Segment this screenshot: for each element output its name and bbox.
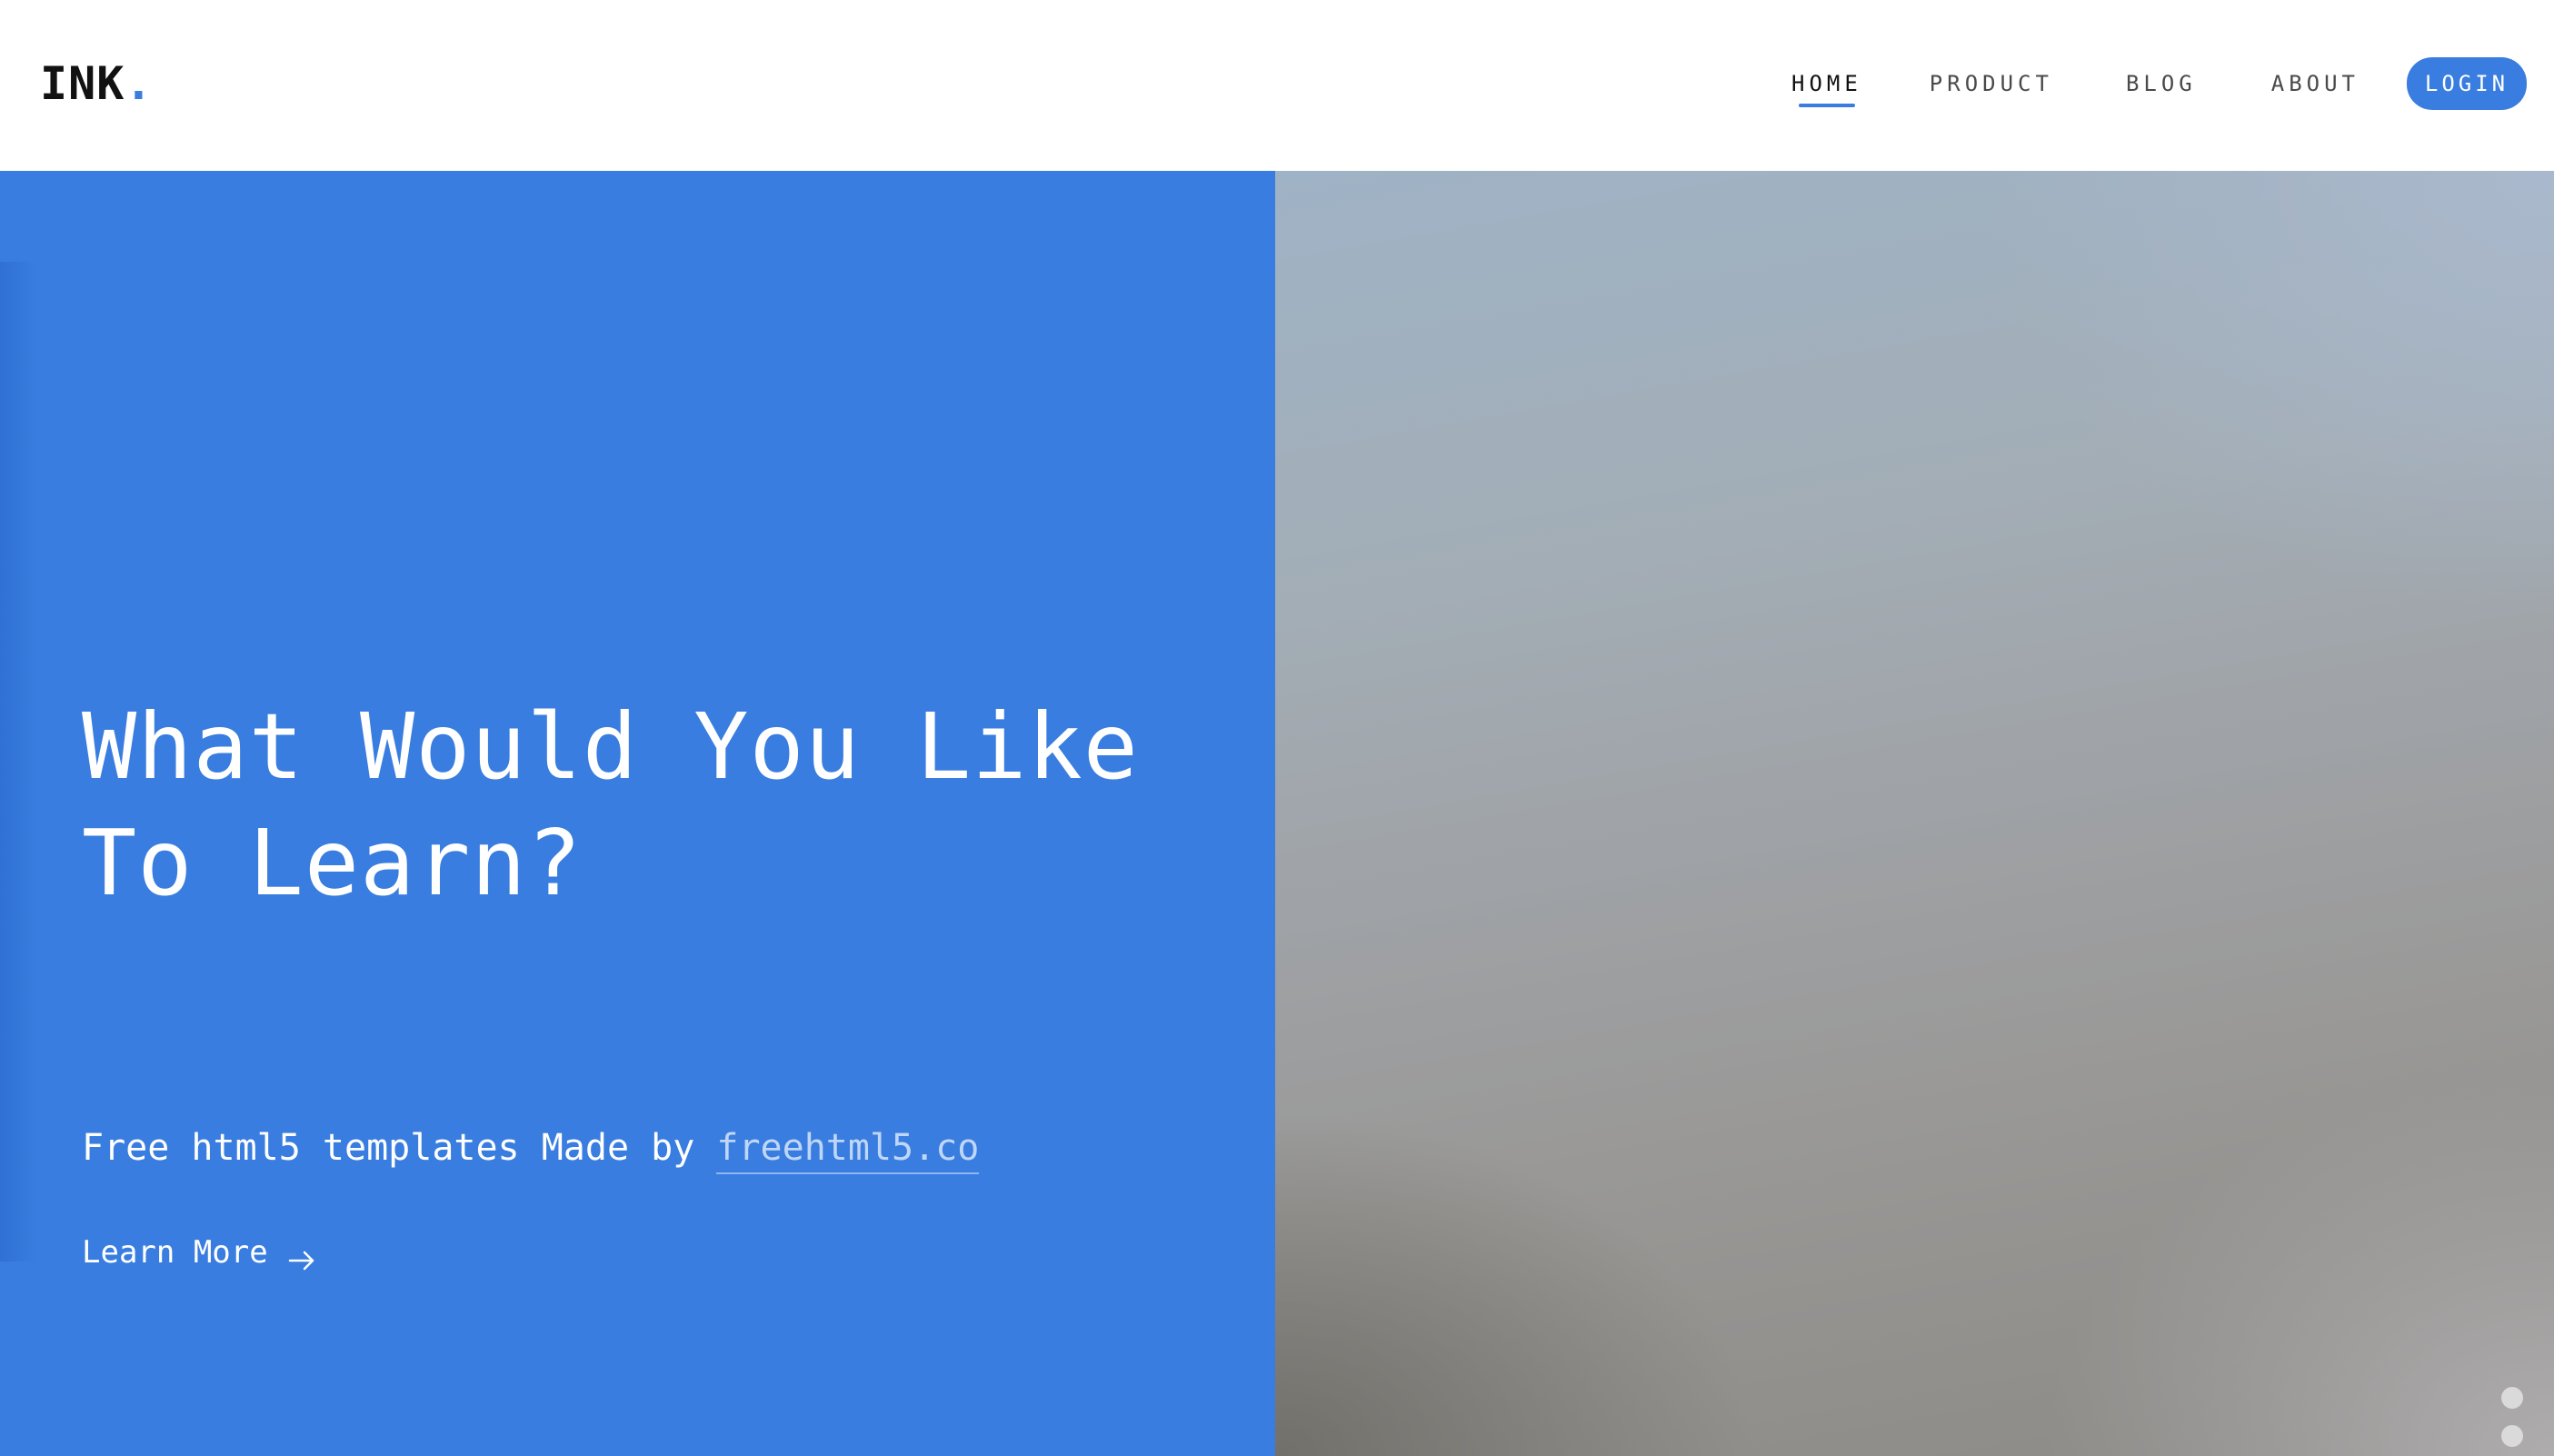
arrow-right-icon bbox=[288, 1242, 315, 1271]
hero-subtitle-text: Free html5 templates Made by bbox=[82, 1127, 717, 1169]
nav-item-about[interactable]: ABOUT bbox=[2271, 62, 2359, 105]
freehtml5-link[interactable]: freehtml5.co bbox=[716, 1127, 980, 1174]
nav-item-home[interactable]: HOME bbox=[1791, 62, 1862, 107]
hero-title: What Would You Like To Learn? bbox=[82, 693, 1139, 916]
slider-dot-1[interactable] bbox=[2501, 1387, 2523, 1409]
hero-subtitle: Free html5 templates Made by freehtml5.c… bbox=[82, 1123, 980, 1174]
learn-more-link[interactable]: Learn More bbox=[82, 1232, 315, 1272]
slider-dots bbox=[2501, 1387, 2523, 1447]
hero-panel-shadow bbox=[0, 262, 36, 1262]
site-header: INK. HOME PRODUCT BLOG ABOUT LOGIN bbox=[0, 0, 2554, 171]
main-nav: HOME PRODUCT BLOG ABOUT LOGIN bbox=[1791, 57, 2527, 110]
nav-item-product[interactable]: PRODUCT bbox=[1930, 62, 2053, 105]
logo-text: INK bbox=[40, 57, 125, 110]
logo[interactable]: INK. bbox=[40, 56, 153, 111]
slider-dot-2[interactable] bbox=[2501, 1425, 2523, 1447]
logo-dot: . bbox=[125, 57, 154, 110]
hero-panel: What Would You Like To Learn? Free html5… bbox=[0, 171, 1275, 1456]
learn-more-label: Learn More bbox=[82, 1234, 268, 1271]
hero-image bbox=[1275, 171, 2554, 1456]
login-button[interactable]: LOGIN bbox=[2407, 57, 2527, 110]
nav-item-blog[interactable]: BLOG bbox=[2126, 62, 2197, 105]
